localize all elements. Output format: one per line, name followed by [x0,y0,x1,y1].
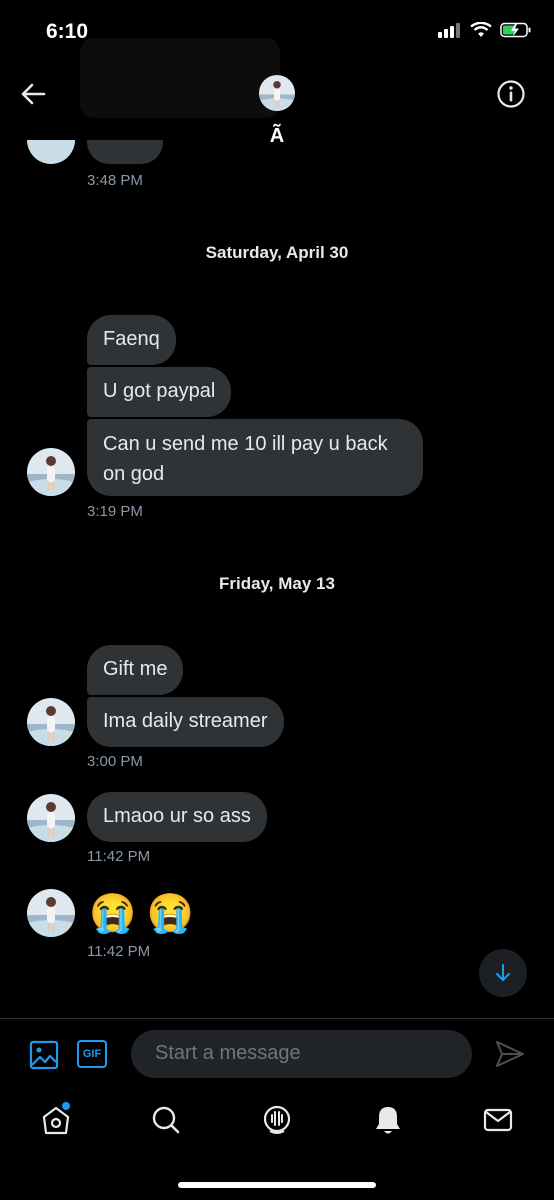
send-icon[interactable] [494,1039,526,1069]
header-avatar[interactable] [259,75,295,111]
nav-search[interactable] [146,1100,186,1140]
date-separator: Friday, May 13 [219,574,335,593]
gif-label: GIF [82,1048,102,1060]
header-blurred-name [80,38,280,118]
sender-avatar[interactable] [27,889,75,937]
home-indicator [178,1182,376,1188]
spaces-icon [263,1105,291,1134]
messages-icon [483,1108,513,1132]
message-bubble[interactable]: Lmaoo ur so ass [87,792,267,842]
nav-home[interactable] [36,1100,76,1140]
battery-charging-icon [500,22,531,38]
conversation-title: Ã [269,125,285,147]
wifi-icon [470,22,492,37]
message-text: Can u send me 10 ill pay u back on god [103,433,388,485]
notification-dot [62,1102,70,1110]
message-bubble[interactable]: U got paypal [87,367,232,417]
image-icon[interactable] [29,1040,59,1070]
info-icon[interactable] [496,79,526,109]
message-bubble[interactable]: Faenq [87,315,176,365]
date-separator: Saturday, April 30 [205,243,349,262]
gif-icon[interactable]: GIF [77,1040,107,1068]
message-bubble[interactable]: Gift me [87,645,184,695]
scroll-to-bottom-button[interactable] [479,949,527,997]
message-time: 11:42 PM [87,848,151,865]
emoji-message[interactable]: 😭 😭 [89,891,194,937]
message-text: Ima daily streamer [103,710,268,732]
partial-message-bubble [87,140,163,164]
message-bubble[interactable]: Ima daily streamer [87,697,284,747]
status-icons [438,22,532,38]
composer-divider [0,1018,554,1019]
cellular-signal-icon [438,22,462,38]
search-icon [152,1106,180,1134]
message-time: 3:48 PM [87,172,143,189]
message-text: Gift me [103,658,168,680]
message-text: U got paypal [103,380,216,402]
sender-avatar[interactable] [27,794,75,842]
message-bubble[interactable]: Can u send me 10 ill pay u back on god [87,419,423,496]
message-composer[interactable] [131,1030,472,1078]
sender-avatar[interactable] [27,698,75,746]
status-time: 6:10 [46,20,89,43]
notifications-icon [376,1107,400,1134]
nav-notifications[interactable] [368,1100,408,1140]
message-time: 3:00 PM [87,753,143,770]
arrow-down-icon [496,964,510,981]
nav-spaces[interactable] [257,1100,297,1140]
message-text: Lmaoo ur so ass [103,805,251,827]
message-time: 11:42 PM [87,943,151,960]
message-input[interactable] [153,1041,457,1066]
message-text: Faenq [103,328,160,350]
nav-messages[interactable] [478,1100,518,1140]
sender-avatar[interactable] [27,448,75,496]
back-arrow-icon[interactable] [20,82,46,106]
message-time: 3:19 PM [87,503,143,520]
partial-avatar [27,140,75,164]
